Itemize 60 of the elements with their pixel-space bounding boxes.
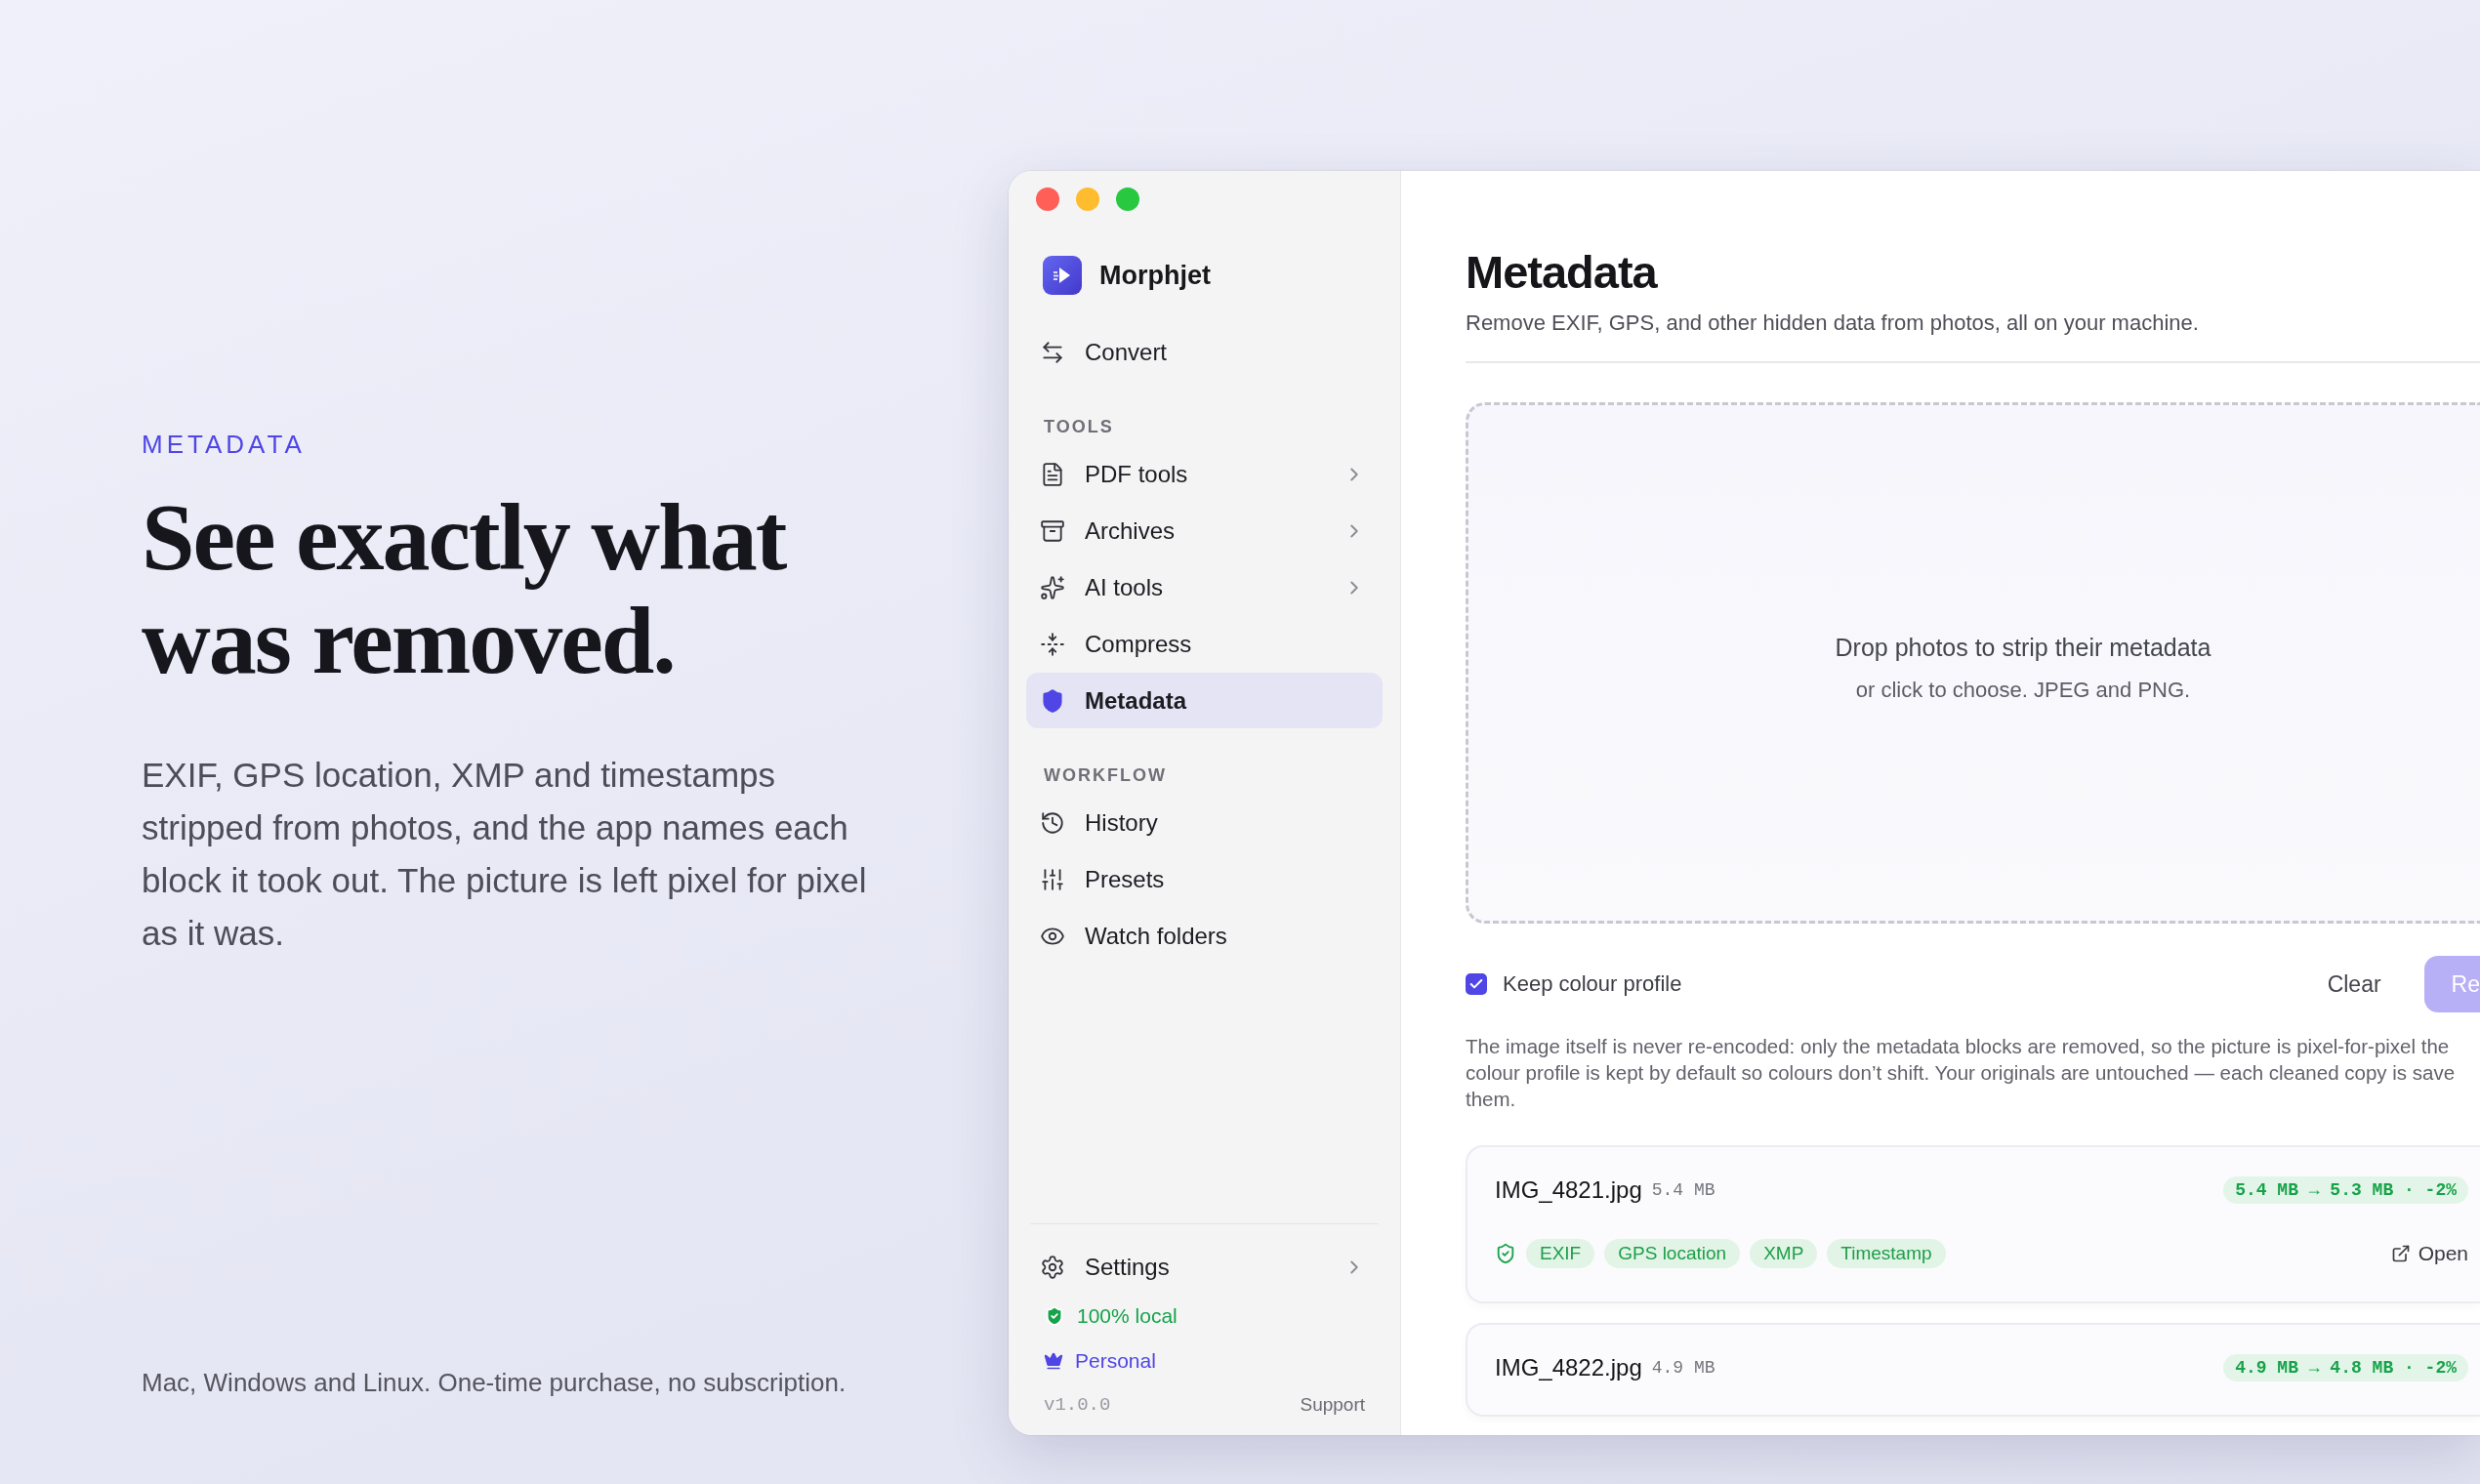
- checkbox[interactable]: [1466, 973, 1487, 995]
- sidebar-item[interactable]: Presets: [1026, 851, 1383, 907]
- section-heading: TOOLS: [1044, 417, 1115, 437]
- sidebar-icon: [1040, 1254, 1065, 1280]
- page-title: Metadata: [1466, 245, 1659, 299]
- description: EXIF, GPS location, XMP and timestamps stripped from photos, and the app names each block it took out. The picture is left pixel for pixel as it was.: [142, 755, 868, 954]
- sidebar-icon: [1040, 461, 1065, 487]
- page-subtitle: Remove EXIF, GPS, and other hidden data from photos, all on your machine.: [1466, 310, 2480, 363]
- removed-tag: Timestamp: [1827, 1239, 1946, 1268]
- open-button[interactable]: Open: [2390, 1242, 2468, 1265]
- shield-icon: [1044, 1305, 1065, 1327]
- crown-icon: [1044, 1351, 1063, 1371]
- zoom-window-button[interactable]: [1116, 187, 1139, 211]
- checkbox-label: Keep colour profile: [1503, 971, 1683, 997]
- sidebar-item[interactable]: AI tools: [1026, 559, 1383, 615]
- clear-button[interactable]: Clear: [2297, 956, 2411, 1012]
- removed-tag: EXIF: [1526, 1239, 1595, 1268]
- sidebar-item[interactable]: Convert: [1026, 324, 1383, 380]
- plan-label: Personal: [1075, 1349, 1156, 1373]
- sidebar-item[interactable]: Compress: [1026, 616, 1383, 672]
- shield-icon: [1495, 1243, 1516, 1264]
- sidebar-icon: [1040, 574, 1065, 600]
- version-label: v1.0.0: [1044, 1394, 1111, 1416]
- removed-tag: GPS location: [1604, 1239, 1741, 1268]
- note-text: The image itself is never re-encoded: only the metadata blocks are removed, so the picture is pixel-for-pixel the: [1466, 1034, 2451, 1059]
- sidebar-icon: [1040, 631, 1065, 657]
- sidebar-icon: [1040, 339, 1065, 365]
- minimize-window-button[interactable]: [1076, 187, 1099, 211]
- sidebar-item[interactable]: Metadata: [1026, 673, 1383, 728]
- drop-zone[interactable]: Drop photos to strip their metadata or click to choose. JPEG and PNG.: [1466, 402, 2480, 924]
- app-logo-icon: [1043, 256, 1082, 295]
- note-text: colour profile is kept by default so colours don’t shift. Your originals are untouched — each cleaned copy is save: [1466, 1060, 2457, 1086]
- sidebar-item[interactable]: PDF tools: [1026, 446, 1383, 502]
- sidebar-item[interactable]: Settings: [1026, 1239, 1383, 1295]
- support-link[interactable]: Support: [1300, 1394, 1365, 1416]
- local-status-label: 100% local: [1077, 1304, 1178, 1328]
- headline: See exactly what was removed.: [142, 485, 788, 692]
- note-text: them.: [1466, 1087, 1517, 1112]
- sidebar-icon: [1040, 866, 1065, 892]
- eyebrow-label: METADATA: [142, 430, 307, 460]
- file-size: 4.9 MB: [1651, 1358, 1716, 1378]
- section-heading: WORKFLOW: [1044, 765, 1168, 786]
- sidebar-item[interactable]: Watch folders: [1026, 908, 1383, 964]
- removed-tag: XMP: [1750, 1239, 1818, 1268]
- file-name: IMG_4821.jpg: [1495, 1176, 1642, 1204]
- app-name: Morphjet: [1099, 260, 1211, 291]
- sidebar-item[interactable]: Archives: [1026, 503, 1383, 558]
- drop-zone-hint: or click to choose. JPEG and PNG.: [1855, 677, 2191, 703]
- sidebar-icon: [1040, 809, 1065, 836]
- file-name: IMG_4822.jpg: [1495, 1354, 1642, 1381]
- size-result-badge: 5.4 MB → 5.3 MB · -2%: [2223, 1176, 2468, 1204]
- sidebar-icon: [1040, 517, 1065, 544]
- sidebar-item[interactable]: History: [1026, 795, 1383, 850]
- external-link-icon: [2390, 1244, 2411, 1263]
- sidebar-icon: [1040, 687, 1065, 714]
- footnote: Mac, Windows and Linux. One-time purchase, no subscription.: [142, 1368, 847, 1398]
- drop-zone-title: Drop photos to strip their metadata: [1835, 633, 2211, 662]
- file-size: 5.4 MB: [1651, 1180, 1716, 1200]
- size-result-badge: 4.9 MB → 4.8 MB · -2%: [2223, 1354, 2468, 1381]
- close-window-button[interactable]: [1036, 187, 1059, 211]
